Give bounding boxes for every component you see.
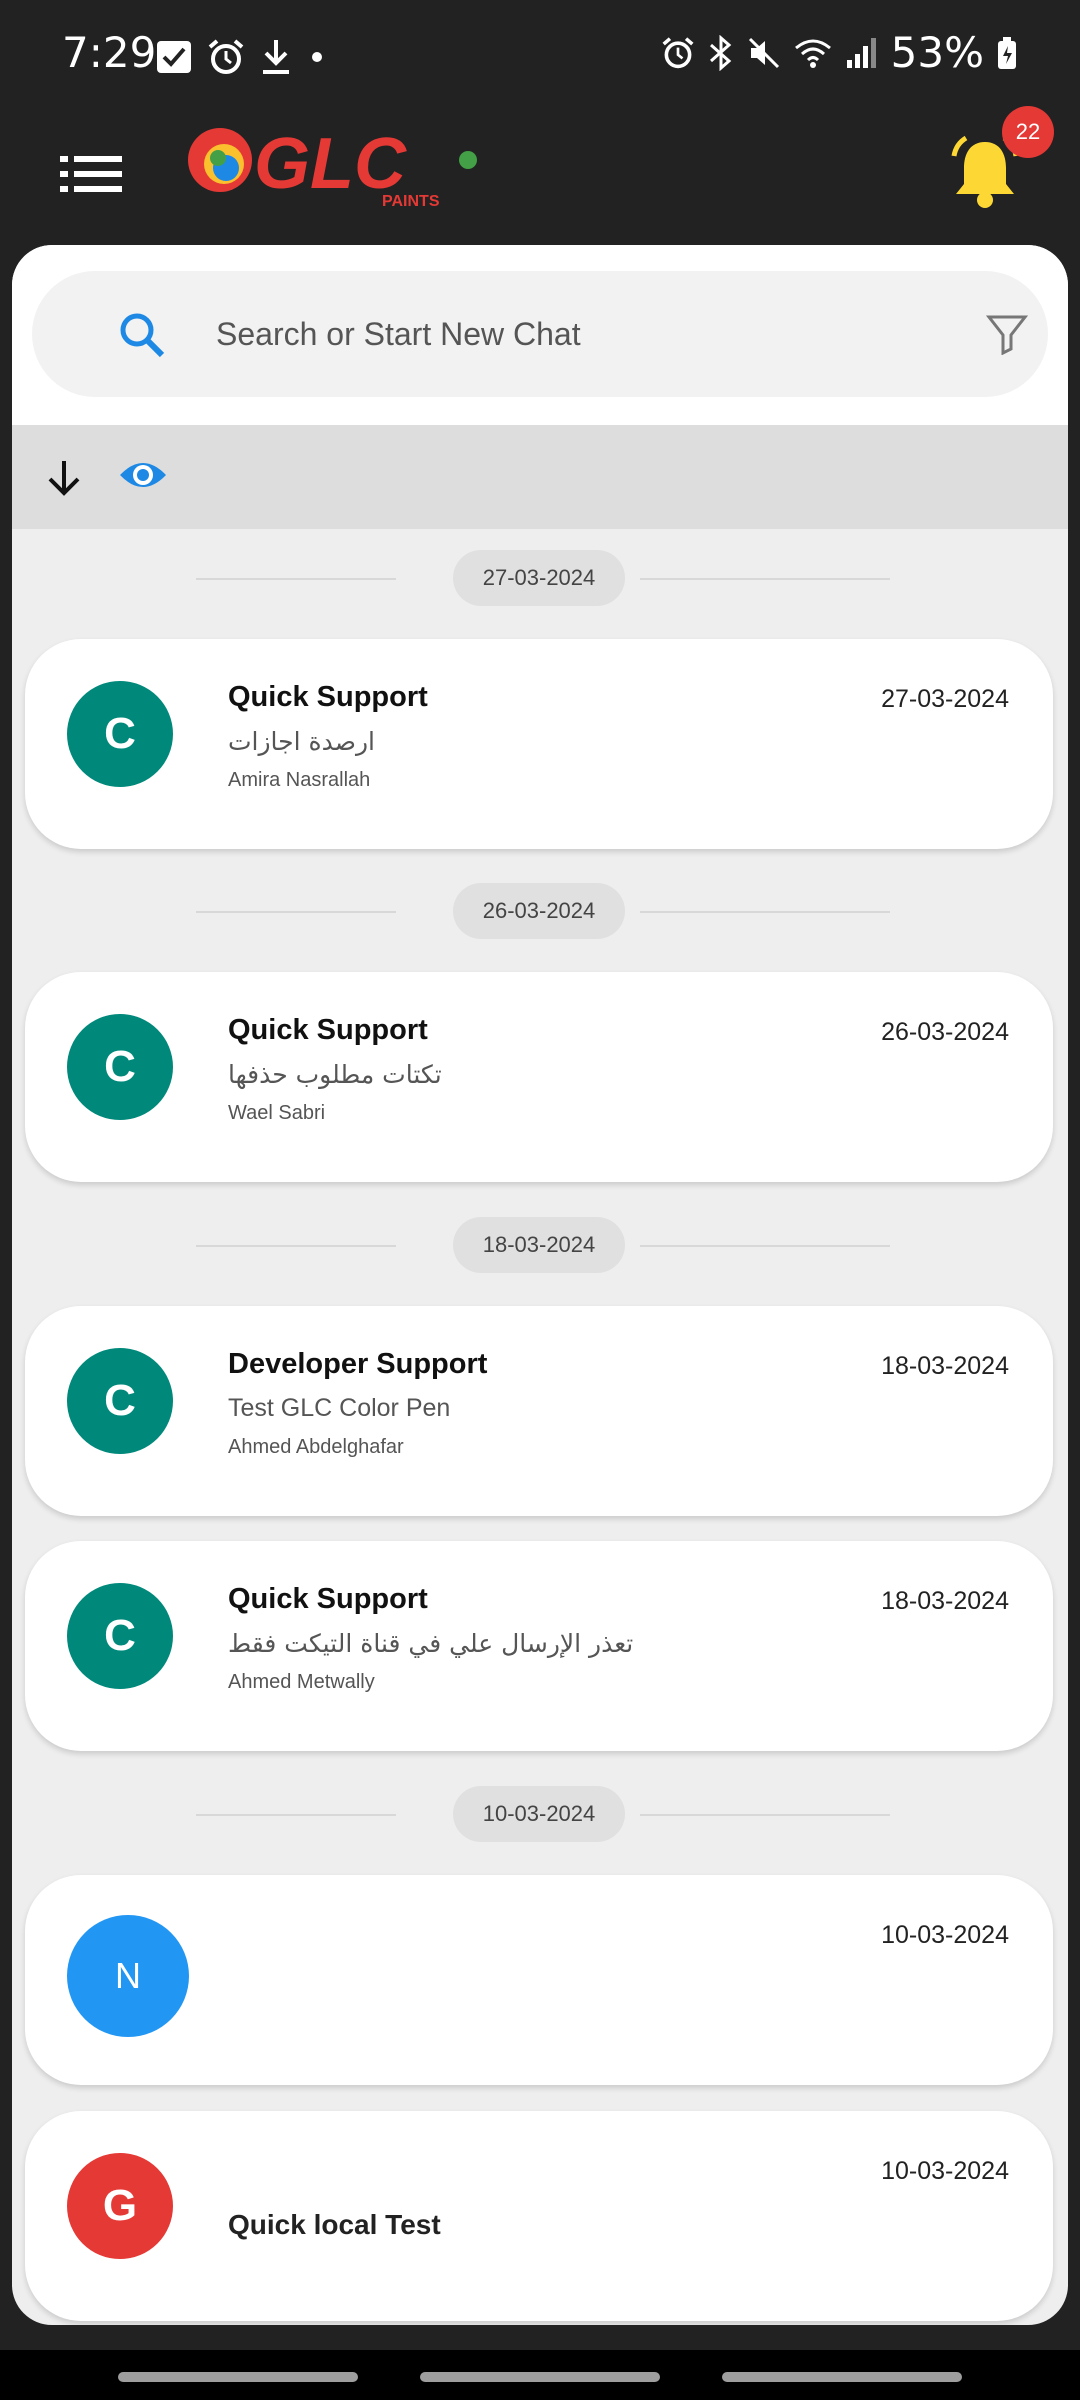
logo-text: GLC <box>254 124 407 204</box>
battery-icon <box>998 36 1016 69</box>
status-system-icons: 53% <box>661 28 1018 77</box>
date-label: 27-03-2024 <box>453 550 625 606</box>
dot-icon <box>312 52 322 62</box>
bluetooth-icon <box>709 34 731 71</box>
chat-sender: Ahmed Metwally <box>228 1671 375 1693</box>
chat-item[interactable]: C Quick Support ارصدة اجازات Amira Nasra… <box>25 639 1053 849</box>
nav-back[interactable] <box>722 2372 962 2382</box>
avatar: G <box>67 2153 173 2259</box>
search-input[interactable] <box>216 271 896 397</box>
list-toolbar <box>12 425 1068 529</box>
chat-message: تعذر الإرسال علي في قناة التيكت فقط <box>228 1629 634 1658</box>
menu-icon[interactable] <box>60 142 124 206</box>
avatar: C <box>67 681 173 787</box>
alarm-icon <box>662 36 694 68</box>
checkbox-icon <box>157 41 191 73</box>
date-label: 18-03-2024 <box>453 1217 625 1273</box>
date-label: 26-03-2024 <box>453 883 625 939</box>
date-separator: 26-03-2024 <box>12 883 1068 939</box>
chat-date: 27-03-2024 <box>881 685 1009 713</box>
logo-subtext: PAINTS <box>382 193 440 210</box>
battery-percent: 53% <box>890 28 984 77</box>
chat-message: ارصدة اجازات <box>228 727 375 756</box>
chat-item[interactable]: N 10-03-2024 <box>25 1875 1053 2085</box>
chat-message: Test GLC Color Pen <box>228 1394 451 1422</box>
filter-icon[interactable] <box>986 313 1028 355</box>
app-bar: GLC PAINTS 22 <box>0 106 1080 232</box>
notification-badge: 22 <box>1002 106 1054 158</box>
avatar: C <box>67 1014 173 1120</box>
alarm-icon <box>208 39 244 74</box>
arrow-down-icon[interactable] <box>44 457 84 497</box>
chat-item[interactable]: C Quick Support تعذر الإرسال علي في قناة… <box>25 1541 1053 1751</box>
system-nav-bar <box>0 2350 1080 2400</box>
chat-date: 10-03-2024 <box>881 1921 1009 1949</box>
chat-date: 18-03-2024 <box>881 1587 1009 1615</box>
date-separator: 10-03-2024 <box>12 1786 1068 1842</box>
search-bar <box>32 271 1048 397</box>
signal-icon <box>846 37 876 68</box>
search-section <box>12 245 1068 425</box>
chat-date: 10-03-2024 <box>881 2157 1009 2185</box>
chat-title: Quick Support <box>228 1014 428 1046</box>
download-icon <box>263 40 289 74</box>
status-time: 7:29 <box>62 28 157 77</box>
nav-home[interactable] <box>420 2372 660 2382</box>
date-separator: 18-03-2024 <box>12 1217 1068 1273</box>
status-notification-icons <box>155 38 327 76</box>
eye-icon[interactable] <box>118 455 168 495</box>
chat-message: تكتات مطلوب حذفها <box>228 1060 442 1089</box>
avatar: N <box>67 1915 189 2037</box>
mute-icon <box>748 37 779 68</box>
chat-sender: Ahmed Abdelghafar <box>228 1436 404 1458</box>
chat-sender: Wael Sabri <box>228 1102 326 1124</box>
chat-sender: Amira Nasrallah <box>228 769 371 791</box>
chat-item[interactable]: C Developer Support Test GLC Color Pen A… <box>25 1306 1053 1516</box>
avatar: C <box>67 1583 173 1689</box>
nav-recents[interactable] <box>118 2372 358 2382</box>
search-icon[interactable] <box>118 311 166 359</box>
chat-item[interactable]: C Quick Support تكتات مطلوب حذفها Wael S… <box>25 972 1053 1182</box>
chat-title: Quick Support <box>228 1583 428 1615</box>
date-label: 10-03-2024 <box>453 1786 625 1842</box>
status-bar: 7:29 53% <box>0 0 1080 120</box>
chat-date: 26-03-2024 <box>881 1018 1009 1046</box>
wifi-icon <box>794 39 831 68</box>
chat-title: Quick Support <box>228 681 428 713</box>
chat-list-panel: 27-03-2024 C Quick Support ارصدة اجازات … <box>12 245 1068 2325</box>
chat-item[interactable]: G Quick local Test 10-03-2024 <box>25 2111 1053 2321</box>
glc-logo: GLC PAINTS <box>188 124 477 210</box>
chat-date: 18-03-2024 <box>881 1352 1009 1380</box>
avatar: C <box>67 1348 173 1454</box>
date-separator: 27-03-2024 <box>12 550 1068 606</box>
chat-title: Quick local Test <box>228 2209 441 2240</box>
chat-title: Developer Support <box>228 1348 488 1380</box>
